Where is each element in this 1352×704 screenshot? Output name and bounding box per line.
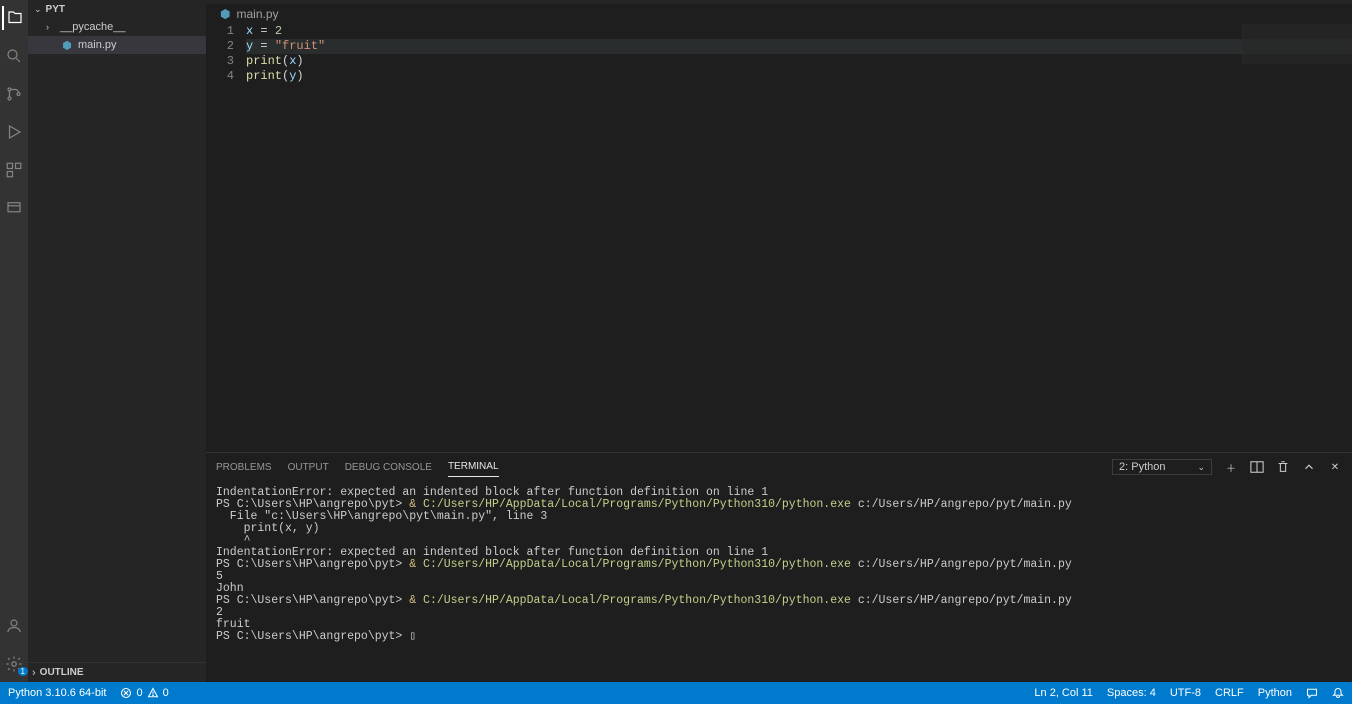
tree-file-main[interactable]: ⬢ main.py: [28, 36, 206, 54]
status-cursor[interactable]: Ln 2, Col 11: [1034, 687, 1093, 699]
panel-tab-output[interactable]: OUTPUT: [288, 458, 329, 477]
settings-gear-icon[interactable]: [2, 652, 26, 676]
terminal-line: print(x, y): [216, 523, 1342, 535]
code-line[interactable]: y = "fruit": [246, 39, 1352, 54]
status-problems[interactable]: 0 0: [120, 687, 168, 699]
terminal-line: PS C:\Users\HP\angrepo\pyt> & C:/Users/H…: [216, 595, 1342, 607]
run-debug-icon[interactable]: [2, 120, 26, 144]
explorer-icon[interactable]: [2, 6, 26, 30]
chevron-down-icon: ⌄: [1197, 462, 1205, 473]
breadcrumb-file: main.py: [236, 7, 278, 21]
tree-item-label: main.py: [78, 39, 117, 51]
status-notifications-icon[interactable]: [1332, 687, 1344, 699]
split-terminal-icon[interactable]: [1250, 460, 1264, 474]
status-feedback-icon[interactable]: [1306, 687, 1318, 699]
editor-area: ⬢ main.py 1234 x = 2y = "fruit"print(x)p…: [206, 0, 1352, 682]
extensions-icon[interactable]: [2, 158, 26, 182]
folder-header[interactable]: ⌄ PYT: [28, 0, 206, 18]
minimap[interactable]: [1242, 24, 1352, 64]
explorer-sidebar: EXPLORER ⌄ PYT › __pycache__ ⬢ main.py ›…: [28, 0, 206, 682]
status-language[interactable]: Python: [1258, 687, 1292, 699]
misc-icon[interactable]: [2, 196, 26, 220]
terminal-selector[interactable]: 2: Python ⌄: [1112, 459, 1212, 475]
status-encoding[interactable]: UTF-8: [1170, 687, 1201, 699]
line-number: 2: [206, 39, 234, 54]
chevron-right-icon: ›: [32, 667, 36, 679]
source-control-icon[interactable]: [2, 82, 26, 106]
line-number: 3: [206, 54, 234, 69]
new-terminal-icon[interactable]: ＋: [1224, 460, 1238, 474]
line-number: 1: [206, 24, 234, 39]
maximize-panel-icon[interactable]: [1302, 460, 1316, 474]
terminal-line: PS C:\Users\HP\angrepo\pyt> ▯: [216, 631, 1342, 643]
outline-label: OUTLINE: [40, 667, 84, 678]
folder-name: PYT: [46, 4, 65, 15]
panel-tab-debug-console[interactable]: DEBUG CONSOLE: [345, 458, 432, 477]
breadcrumb[interactable]: ⬢ main.py: [206, 4, 1352, 24]
accounts-icon[interactable]: [2, 614, 26, 638]
status-eol[interactable]: CRLF: [1215, 687, 1244, 699]
bottom-panel: PROBLEMS OUTPUT DEBUG CONSOLE TERMINAL 2…: [206, 452, 1352, 682]
chevron-down-icon: ⌄: [32, 4, 42, 15]
outline-header[interactable]: › OUTLINE: [28, 662, 206, 682]
terminal-selector-label: 2: Python: [1119, 461, 1165, 473]
panel-tab-terminal[interactable]: TERMINAL: [448, 457, 499, 477]
code-line[interactable]: print(y): [246, 69, 1352, 84]
code-line[interactable]: print(x): [246, 54, 1352, 69]
status-spaces[interactable]: Spaces: 4: [1107, 687, 1156, 699]
terminal-line: 2: [216, 607, 1342, 619]
close-panel-icon[interactable]: ✕: [1328, 460, 1342, 474]
tree-folder-pycache[interactable]: › __pycache__: [28, 18, 206, 36]
status-bar: Python 3.10.6 64-bit 0 0 Ln 2, Col 11 Sp…: [0, 682, 1352, 704]
terminal-line: PS C:\Users\HP\angrepo\pyt> & C:/Users/H…: [216, 559, 1342, 571]
terminal-line: 5: [216, 571, 1342, 583]
activity-bar: [0, 0, 28, 682]
search-icon[interactable]: [2, 44, 26, 68]
kill-terminal-icon[interactable]: [1276, 460, 1290, 474]
panel-tab-problems[interactable]: PROBLEMS: [216, 458, 272, 477]
terminal-output[interactable]: IndentationError: expected an indented b…: [206, 481, 1352, 682]
code-line[interactable]: x = 2: [246, 24, 1352, 39]
code-editor[interactable]: 1234 x = 2y = "fruit"print(x)print(y): [206, 24, 1352, 452]
chevron-right-icon: ›: [46, 22, 56, 32]
tree-item-label: __pycache__: [60, 21, 125, 33]
terminal-line: File "c:\Users\HP\angrepo\pyt\main.py", …: [216, 511, 1342, 523]
status-python-version[interactable]: Python 3.10.6 64-bit: [8, 687, 106, 699]
python-file-icon: ⬢: [60, 39, 74, 52]
python-file-icon: ⬢: [220, 7, 230, 21]
line-number: 4: [206, 69, 234, 84]
